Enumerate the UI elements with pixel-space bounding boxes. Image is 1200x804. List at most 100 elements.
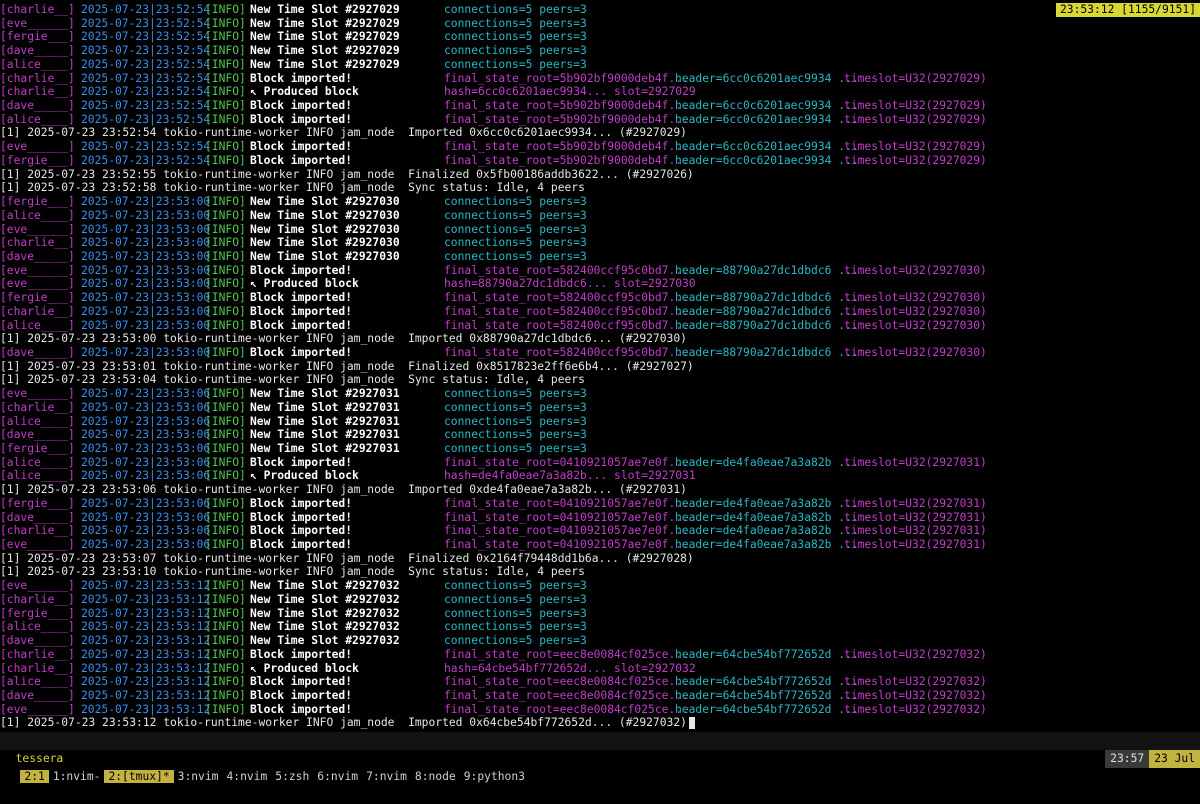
- node-name: [charlie__]: [0, 85, 75, 99]
- node-name: [alice____]: [0, 620, 75, 634]
- connection-info: connections=5 peers=3: [444, 400, 587, 414]
- node-name: [charlie__]: [0, 236, 75, 250]
- log-line: [alice____] 2025-07-23|23:52:54 [INFO] Bloc…: [0, 113, 1200, 127]
- log-timestamp: 2025-07-23|23:53:06: [81, 496, 211, 510]
- block-header: header=6cc0c6201aec9934 ...: [675, 140, 859, 154]
- log-line: [alice____] 2025-07-23|23:52:54 [INFO] New …: [0, 58, 1200, 72]
- log-message: Block imported!: [250, 71, 353, 85]
- log-level: [INFO]: [205, 442, 246, 455]
- node-name: [charlie__]: [0, 400, 75, 414]
- node-name: [dave_____]: [0, 99, 75, 113]
- final-state-root: final_state_root=5b902bf9000deb4f...: [444, 99, 689, 113]
- connection-info: connections=5 peers=3: [444, 30, 587, 44]
- connection-info: connections=5 peers=3: [444, 620, 587, 634]
- tmux-window-1[interactable]: 1:nvim-: [49, 770, 105, 783]
- log-line: [fergie___] 2025-07-23|23:53:06 [INFO] Bloc…: [0, 497, 1200, 511]
- log-line: [1] 2025-07-23 23:53:00 tokio-runtime-wo…: [0, 332, 1200, 346]
- connection-info: connections=5 peers=3: [444, 606, 587, 620]
- log-timestamp: 2025-07-23|23:53:06: [81, 428, 211, 442]
- log-timestamp: 2025-07-23|23:52:54: [81, 71, 211, 85]
- log-message: Block imported!: [250, 455, 353, 469]
- node-name: [charlie__]: [0, 3, 75, 16]
- tmux-window-0[interactable]: 2:1: [20, 770, 49, 783]
- tmux-window-5[interactable]: 5:zsh: [271, 770, 313, 783]
- log-level: [INFO]: [205, 57, 246, 71]
- log-message: New Time Slot #2927032: [250, 579, 400, 593]
- timeslot: timeslot=U32(2927029): [844, 112, 987, 126]
- node-name: [dave_____]: [0, 428, 75, 442]
- log-level: [INFO]: [205, 702, 246, 716]
- block-header: header=6cc0c6201aec9934 ...: [675, 71, 859, 85]
- block-hash: hash=88790a27dc1dbdc6... slot=2927030: [444, 277, 696, 291]
- tmux-clock-indicator: 23:53:12 [1155/9151]: [1055, 3, 1200, 17]
- log-level: [INFO]: [205, 236, 246, 250]
- log-message: New Time Slot #2927032: [250, 620, 400, 634]
- tmux-window-4[interactable]: 4:nvim: [222, 770, 271, 783]
- tmux-window-3[interactable]: 3:nvim: [174, 770, 223, 783]
- log-timestamp: 2025-07-23|23:52:54: [81, 57, 211, 71]
- log-line: [1] 2025-07-23 23:53:01 tokio-runtime-wo…: [0, 360, 1200, 374]
- log-timestamp: 2025-07-23|23:53:06: [81, 455, 211, 469]
- log-level: [INFO]: [205, 592, 246, 606]
- node-name: [eve______]: [0, 16, 75, 30]
- tmux-window-9[interactable]: 9:python3: [460, 770, 529, 783]
- final-state-root: final_state_root=5b902bf9000deb4f...: [444, 112, 689, 126]
- block-header: header=de4fa0eae7a3a82b ...: [675, 496, 859, 510]
- log-output: [charlie__] 2025-07-23|23:52:54 [INFO] New …: [0, 3, 1200, 730]
- final-state-root: final_state_root=eec8e0084cf025ce...: [444, 688, 689, 702]
- node-name: [charlie__]: [0, 592, 75, 606]
- log-line: [alice____] 2025-07-23|23:53:00 [INFO] New …: [0, 209, 1200, 223]
- timeslot: timeslot=U32(2927031): [844, 538, 987, 552]
- tmux-window-8[interactable]: 8:node: [411, 770, 460, 783]
- timeslot: timeslot=U32(2927032): [844, 688, 987, 702]
- connection-info: connections=5 peers=3: [444, 579, 587, 593]
- node-name: [eve______]: [0, 538, 75, 552]
- block-header: header=88790a27dc1dbdc6 ...: [675, 291, 859, 305]
- tmux-window-7[interactable]: 7:nvim: [362, 770, 411, 783]
- connection-info: connections=5 peers=3: [444, 592, 587, 606]
- log-message: Block imported!: [250, 510, 353, 524]
- log-level: [INFO]: [205, 469, 246, 483]
- log-timestamp: 2025-07-23|23:53:06: [81, 387, 211, 401]
- log-message: ↖ Produced block: [250, 277, 359, 291]
- node-name: [alice____]: [0, 208, 75, 222]
- log-timestamp: 2025-07-23|23:53:00: [81, 291, 211, 305]
- log-message: New Time Slot #2927030: [250, 208, 400, 222]
- node-name: [fergie___]: [0, 195, 75, 209]
- node-name: [alice____]: [0, 318, 75, 332]
- log-line: [alice____] 2025-07-23|23:53:12 [INFO] New …: [0, 620, 1200, 634]
- connection-info: connections=5 peers=3: [444, 236, 587, 250]
- log-timestamp: 2025-07-23|23:52:54: [81, 153, 211, 167]
- log-message: New Time Slot #2927030: [250, 195, 400, 209]
- log-timestamp: 2025-07-23|23:53:12: [81, 647, 211, 661]
- final-state-root: final_state_root=0410921057ae7e0f...: [444, 496, 689, 510]
- node-name: [fergie___]: [0, 153, 75, 167]
- block-header: header=de4fa0eae7a3a82b ...: [675, 538, 859, 552]
- log-timestamp: 2025-07-23|23:53:06: [81, 414, 211, 428]
- log-line: [dave_____] 2025-07-23|23:53:00 [INFO] New …: [0, 250, 1200, 264]
- log-timestamp: 2025-07-23|23:53:00: [81, 304, 211, 318]
- log-level: [INFO]: [205, 3, 246, 16]
- log-timestamp: 2025-07-23|23:53:12: [81, 620, 211, 634]
- block-header: header=6cc0c6201aec9934 ...: [675, 112, 859, 126]
- log-line: [eve______] 2025-07-23|23:53:00 [INFO] ↖ Pr…: [0, 277, 1200, 291]
- log-level: [INFO]: [205, 496, 246, 510]
- node-name: [dave_____]: [0, 510, 75, 524]
- log-line: [fergie___] 2025-07-23|23:53:06 [INFO] New …: [0, 442, 1200, 456]
- log-line: [1] 2025-07-23 23:52:58 tokio-runtime-wo…: [0, 181, 1200, 195]
- log-message: ↖ Produced block: [250, 469, 359, 483]
- log-level: [INFO]: [205, 140, 246, 154]
- log-text: [1] 2025-07-23 23:53:06 tokio-runtime-wo…: [0, 483, 687, 497]
- log-level: [INFO]: [205, 688, 246, 702]
- node-name: [dave_____]: [0, 249, 75, 263]
- block-header: header=6cc0c6201aec9934 ...: [675, 99, 859, 113]
- log-timestamp: 2025-07-23|23:53:00: [81, 318, 211, 332]
- log-level: [INFO]: [205, 428, 246, 442]
- status-right: 23:57 23 Jul: [1078, 732, 1200, 786]
- log-text: [1] 2025-07-23 23:52:54 tokio-runtime-wo…: [0, 126, 687, 140]
- tmux-window-6[interactable]: 6:nvim: [313, 770, 362, 783]
- log-line: [charlie__] 2025-07-23|23:53:06 [INFO] Bloc…: [0, 524, 1200, 538]
- timeslot: timeslot=U32(2927030): [844, 345, 987, 359]
- tmux-window-2[interactable]: 2:[tmux]*: [104, 770, 174, 783]
- node-name: [dave_____]: [0, 688, 75, 702]
